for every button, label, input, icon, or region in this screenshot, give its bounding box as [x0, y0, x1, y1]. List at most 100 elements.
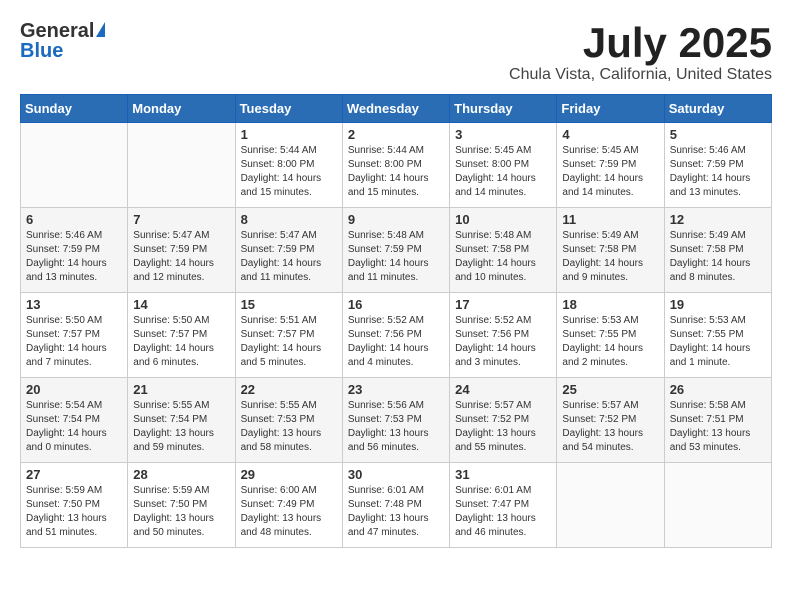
day-number: 18: [562, 297, 658, 312]
calendar-week-row: 6 Sunrise: 5:46 AM Sunset: 7:59 PM Daylig…: [21, 208, 772, 293]
calendar-cell: 18Sunrise: 5:53 AM Sunset: 7:55 PM Dayli…: [557, 293, 664, 378]
calendar-cell: 5 Sunrise: 5:46 AM Sunset: 7:59 PM Daylig…: [664, 123, 771, 208]
calendar-cell: 3 Sunrise: 5:45 AM Sunset: 8:00 PM Daylig…: [450, 123, 557, 208]
weekday-header-monday: Monday: [128, 95, 235, 123]
day-number: 19: [670, 297, 766, 312]
calendar-cell: 19 Sunrise: 5:53 AM Sunset: 7:55 PM Dayli…: [664, 293, 771, 378]
calendar-cell: 4Sunrise: 5:45 AM Sunset: 7:59 PM Daylig…: [557, 123, 664, 208]
day-number: 28: [133, 467, 229, 482]
calendar-cell: 24 Sunrise: 5:57 AM Sunset: 7:52 PM Dayli…: [450, 378, 557, 463]
day-number: 7: [133, 212, 229, 227]
calendar-cell: [557, 463, 664, 548]
day-number: 15: [241, 297, 337, 312]
calendar-week-row: 1 Sunrise: 5:44 AM Sunset: 8:00 PM Daylig…: [21, 123, 772, 208]
day-info: Sunrise: 5:46 AM Sunset: 7:59 PM Dayligh…: [670, 144, 766, 200]
day-number: 30: [348, 467, 444, 482]
calendar-week-row: 20Sunrise: 5:54 AM Sunset: 7:54 PM Dayli…: [21, 378, 772, 463]
day-info: Sunrise: 5:55 AM Sunset: 7:54 PM Dayligh…: [133, 399, 229, 455]
title-section: July 2025 Chula Vista, California, Unite…: [509, 20, 772, 84]
calendar-cell: 14 Sunrise: 5:50 AM Sunset: 7:57 PM Dayli…: [128, 293, 235, 378]
location: Chula Vista, California, United States: [509, 66, 772, 84]
calendar-cell: [664, 463, 771, 548]
calendar-cell: 2 Sunrise: 5:44 AM Sunset: 8:00 PM Daylig…: [342, 123, 449, 208]
day-info: Sunrise: 5:47 AM Sunset: 7:59 PM Dayligh…: [133, 229, 229, 285]
day-info: Sunrise: 5:51 AM Sunset: 7:57 PM Dayligh…: [241, 314, 337, 370]
day-number: 12: [670, 212, 766, 227]
day-info: Sunrise: 5:57 AM Sunset: 7:52 PM Dayligh…: [562, 399, 658, 455]
calendar-cell: 10 Sunrise: 5:48 AM Sunset: 7:58 PM Dayli…: [450, 208, 557, 293]
day-info: Sunrise: 5:45 AM Sunset: 8:00 PM Dayligh…: [455, 144, 551, 200]
day-info: Sunrise: 5:59 AM Sunset: 7:50 PM Dayligh…: [26, 484, 122, 540]
weekday-header-tuesday: Tuesday: [235, 95, 342, 123]
calendar-cell: 31Sunrise: 6:01 AM Sunset: 7:47 PM Dayli…: [450, 463, 557, 548]
calendar-table: SundayMondayTuesdayWednesdayThursdayFrid…: [20, 94, 772, 548]
calendar-cell: 20Sunrise: 5:54 AM Sunset: 7:54 PM Dayli…: [21, 378, 128, 463]
day-number: 29: [241, 467, 337, 482]
day-info: Sunrise: 6:01 AM Sunset: 7:47 PM Dayligh…: [455, 484, 551, 540]
day-info: Sunrise: 5:52 AM Sunset: 7:56 PM Dayligh…: [455, 314, 551, 370]
day-number: 24: [455, 382, 551, 397]
calendar-cell: 29 Sunrise: 6:00 AM Sunset: 7:49 PM Dayli…: [235, 463, 342, 548]
day-number: 5: [670, 127, 766, 142]
month-title: July 2025: [509, 20, 772, 66]
day-info: Sunrise: 5:47 AM Sunset: 7:59 PM Dayligh…: [241, 229, 337, 285]
calendar-cell: 6 Sunrise: 5:46 AM Sunset: 7:59 PM Daylig…: [21, 208, 128, 293]
day-info: Sunrise: 6:00 AM Sunset: 7:49 PM Dayligh…: [241, 484, 337, 540]
calendar-cell: 17 Sunrise: 5:52 AM Sunset: 7:56 PM Dayli…: [450, 293, 557, 378]
day-number: 20: [26, 382, 122, 397]
day-number: 26: [670, 382, 766, 397]
calendar-cell: 30 Sunrise: 6:01 AM Sunset: 7:48 PM Dayli…: [342, 463, 449, 548]
weekday-header-saturday: Saturday: [664, 95, 771, 123]
weekday-header-wednesday: Wednesday: [342, 95, 449, 123]
logo-arrow-icon: [96, 22, 105, 37]
day-number: 1: [241, 127, 337, 142]
day-info: Sunrise: 5:48 AM Sunset: 7:59 PM Dayligh…: [348, 229, 444, 285]
day-number: 6: [26, 212, 122, 227]
day-info: Sunrise: 5:52 AM Sunset: 7:56 PM Dayligh…: [348, 314, 444, 370]
day-number: 27: [26, 467, 122, 482]
day-number: 17: [455, 297, 551, 312]
day-info: Sunrise: 5:59 AM Sunset: 7:50 PM Dayligh…: [133, 484, 229, 540]
day-number: 13: [26, 297, 122, 312]
day-number: 23: [348, 382, 444, 397]
day-info: Sunrise: 5:48 AM Sunset: 7:58 PM Dayligh…: [455, 229, 551, 285]
day-info: Sunrise: 5:58 AM Sunset: 7:51 PM Dayligh…: [670, 399, 766, 455]
day-number: 4: [562, 127, 658, 142]
day-info: Sunrise: 5:50 AM Sunset: 7:57 PM Dayligh…: [26, 314, 122, 370]
calendar-cell: 22Sunrise: 5:55 AM Sunset: 7:53 PM Dayli…: [235, 378, 342, 463]
day-number: 9: [348, 212, 444, 227]
calendar-cell: 27 Sunrise: 5:59 AM Sunset: 7:50 PM Dayli…: [21, 463, 128, 548]
day-info: Sunrise: 5:44 AM Sunset: 8:00 PM Dayligh…: [241, 144, 337, 200]
day-info: Sunrise: 5:49 AM Sunset: 7:58 PM Dayligh…: [670, 229, 766, 285]
day-info: Sunrise: 5:57 AM Sunset: 7:52 PM Dayligh…: [455, 399, 551, 455]
day-info: Sunrise: 6:01 AM Sunset: 7:48 PM Dayligh…: [348, 484, 444, 540]
day-number: 25: [562, 382, 658, 397]
day-number: 16: [348, 297, 444, 312]
day-info: Sunrise: 5:49 AM Sunset: 7:58 PM Dayligh…: [562, 229, 658, 285]
day-info: Sunrise: 5:53 AM Sunset: 7:55 PM Dayligh…: [670, 314, 766, 370]
day-info: Sunrise: 5:56 AM Sunset: 7:53 PM Dayligh…: [348, 399, 444, 455]
day-info: Sunrise: 5:50 AM Sunset: 7:57 PM Dayligh…: [133, 314, 229, 370]
day-number: 11: [562, 212, 658, 227]
calendar-cell: 15 Sunrise: 5:51 AM Sunset: 7:57 PM Dayli…: [235, 293, 342, 378]
logo-blue: Blue: [20, 40, 105, 62]
day-info: Sunrise: 5:44 AM Sunset: 8:00 PM Dayligh…: [348, 144, 444, 200]
day-number: 3: [455, 127, 551, 142]
weekday-header-friday: Friday: [557, 95, 664, 123]
calendar-cell: 21Sunrise: 5:55 AM Sunset: 7:54 PM Dayli…: [128, 378, 235, 463]
calendar-cell: 8 Sunrise: 5:47 AM Sunset: 7:59 PM Daylig…: [235, 208, 342, 293]
page-header: General Blue July 2025 Chula Vista, Cali…: [20, 20, 772, 84]
weekday-header-thursday: Thursday: [450, 95, 557, 123]
weekday-header-sunday: Sunday: [21, 95, 128, 123]
day-number: 8: [241, 212, 337, 227]
day-number: 2: [348, 127, 444, 142]
calendar-cell: 13 Sunrise: 5:50 AM Sunset: 7:57 PM Dayli…: [21, 293, 128, 378]
calendar-cell: 12 Sunrise: 5:49 AM Sunset: 7:58 PM Dayli…: [664, 208, 771, 293]
calendar-cell: 28 Sunrise: 5:59 AM Sunset: 7:50 PM Dayli…: [128, 463, 235, 548]
day-info: Sunrise: 5:46 AM Sunset: 7:59 PM Dayligh…: [26, 229, 122, 285]
calendar-cell: [128, 123, 235, 208]
calendar-cell: 25 Sunrise: 5:57 AM Sunset: 7:52 PM Dayli…: [557, 378, 664, 463]
calendar-cell: [21, 123, 128, 208]
day-number: 10: [455, 212, 551, 227]
day-number: 14: [133, 297, 229, 312]
